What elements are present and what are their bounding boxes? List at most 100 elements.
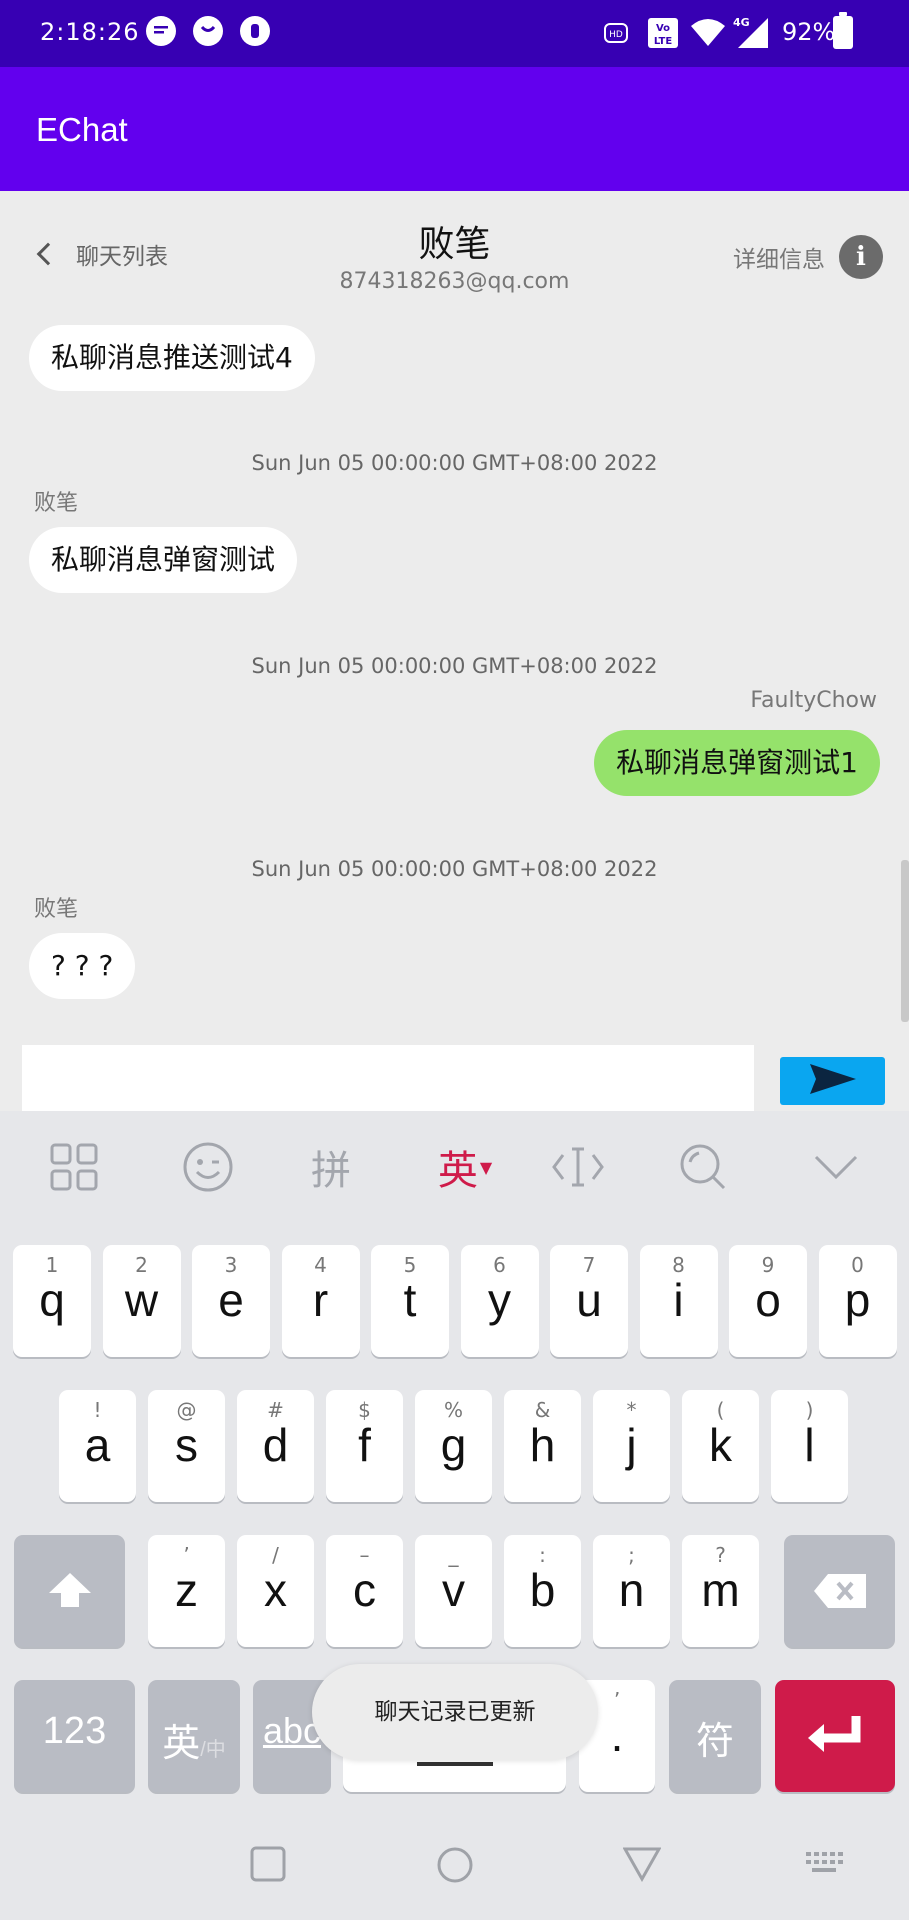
key-h[interactable]: & h xyxy=(504,1390,581,1502)
key-r[interactable]: 4r xyxy=(281,1245,360,1357)
language-label: 英 xyxy=(162,1723,201,1765)
message-bubble[interactable]: ? ? ? xyxy=(29,933,136,999)
key-u[interactable]: 7u xyxy=(550,1245,628,1357)
key-char: i xyxy=(673,1274,684,1326)
key-z[interactable]: ’ z xyxy=(148,1535,225,1647)
key-char: w xyxy=(124,1274,159,1326)
key-v[interactable]: _ v xyxy=(415,1535,492,1647)
soft-keyboard: 拼 英 ▼ 1q2w3e4r5t6y7u8i9o0p ! a @ s # d $ f% g & h *… xyxy=(0,1111,909,1920)
key-k[interactable]: (k xyxy=(682,1390,759,1502)
key-char: e xyxy=(218,1274,244,1326)
key-l[interactable]: ) l xyxy=(771,1390,848,1502)
message-bubble-mine[interactable]: 私聊消息弹窗测试1 xyxy=(594,730,880,796)
message-list-scrollbar[interactable] xyxy=(901,860,909,1022)
key-g[interactable]: % g xyxy=(415,1390,492,1502)
cursor-move-icon[interactable] xyxy=(550,1139,606,1195)
recents-square-icon[interactable] xyxy=(250,1846,286,1886)
key-i[interactable]: 8i xyxy=(639,1245,718,1357)
key-char: j xyxy=(626,1419,637,1471)
message-timestamp: Sun Jun 05 00:00:00 GMT+08:00 2022 xyxy=(251,857,658,881)
toast-notification: 聊天记录已更新 xyxy=(312,1664,598,1760)
key-char: o xyxy=(755,1274,781,1326)
message-list[interactable]: 私聊消息推送测试4 Sun Jun 05 00:00:00 GMT+08:00 … xyxy=(0,301,909,1041)
battery-percentage: 92% xyxy=(782,18,836,46)
key-char: y xyxy=(488,1274,511,1326)
key-char: h xyxy=(529,1419,556,1471)
key-char: m xyxy=(701,1564,740,1616)
key-char: p xyxy=(844,1274,871,1326)
key-m[interactable]: ? m xyxy=(682,1535,759,1647)
wifi-icon xyxy=(690,16,726,52)
volte-icon: Vo LTE xyxy=(648,18,678,52)
key-o[interactable]: 9o xyxy=(729,1245,807,1357)
message-notification-icon xyxy=(146,16,176,46)
chat-header: 聊天列表 败笔 874318263@qq.com 详细信息 i xyxy=(0,191,909,301)
english-mode-label: 英 xyxy=(437,1148,478,1194)
search-icon[interactable] xyxy=(675,1139,731,1195)
key-s[interactable]: @ s xyxy=(148,1390,225,1502)
details-button[interactable]: 详细信息 i xyxy=(733,235,883,279)
key-char: b xyxy=(529,1564,556,1616)
shift-key[interactable] xyxy=(14,1535,125,1647)
key-char: a xyxy=(84,1419,111,1471)
numbers-key[interactable]: 123 xyxy=(14,1680,135,1792)
send-icon xyxy=(808,1062,858,1100)
key-char: v xyxy=(442,1564,465,1616)
key-d[interactable]: # d xyxy=(237,1390,314,1502)
enter-icon xyxy=(808,1716,861,1752)
key-char: z xyxy=(175,1564,198,1616)
apps-grid-icon[interactable] xyxy=(46,1139,102,1195)
svg-text:LTE: LTE xyxy=(654,36,673,47)
key-char: g xyxy=(440,1419,467,1471)
status-time: 2:18:26 xyxy=(40,18,140,46)
message-input-row xyxy=(0,1041,909,1111)
pinyin-mode-button[interactable]: 拼 xyxy=(303,1139,359,1195)
key-a[interactable]: ! a xyxy=(59,1390,136,1502)
key-b[interactable]: :b xyxy=(504,1535,581,1647)
emoji-icon[interactable] xyxy=(180,1139,236,1195)
keyboard-switch-icon[interactable] xyxy=(804,1850,844,1882)
message-sender: 败笔 xyxy=(34,897,79,922)
key-p[interactable]: 0p xyxy=(818,1245,897,1357)
message-sender: FaultyChow xyxy=(750,688,877,713)
send-button[interactable] xyxy=(780,1057,885,1105)
key-j[interactable]: * j xyxy=(593,1390,670,1502)
key-w[interactable]: 2w xyxy=(102,1245,181,1357)
svg-text:HD: HD xyxy=(609,30,623,40)
key-n[interactable]: ; n xyxy=(593,1535,670,1647)
back-triangle-icon[interactable] xyxy=(622,1846,662,1886)
key-e[interactable]: 3e xyxy=(192,1245,270,1357)
key-y[interactable]: 6y xyxy=(460,1245,539,1357)
info-icon: i xyxy=(839,235,883,279)
key-x[interactable]: / x xyxy=(237,1535,314,1647)
message-bubble[interactable]: 私聊消息推送测试4 xyxy=(29,325,315,391)
security-notification-icon xyxy=(240,16,270,46)
message-bubble[interactable]: 私聊消息弹窗测试 xyxy=(29,527,298,593)
language-sub-label: /中 xyxy=(200,1739,226,1761)
key-char: u xyxy=(576,1274,602,1326)
hide-keyboard-chevron-icon[interactable] xyxy=(808,1139,864,1195)
shift-arrow-icon xyxy=(49,1573,91,1607)
key-char: k xyxy=(709,1419,732,1471)
backspace-key[interactable] xyxy=(784,1535,895,1647)
key-char: r xyxy=(312,1274,329,1326)
key-char: s xyxy=(175,1419,198,1471)
message-sender: 败笔 xyxy=(34,491,79,516)
battery-icon xyxy=(833,12,853,49)
language-switch-key[interactable]: 英/中 xyxy=(148,1680,240,1792)
home-circle-icon[interactable] xyxy=(436,1846,474,1888)
message-input[interactable] xyxy=(22,1045,754,1111)
enter-key[interactable] xyxy=(775,1680,895,1792)
space-bar-indicator xyxy=(417,1762,493,1766)
english-mode-button[interactable]: 英 ▼ xyxy=(430,1139,500,1195)
key-c[interactable]: – c xyxy=(326,1535,403,1647)
key-char: c xyxy=(353,1564,376,1616)
key-q[interactable]: 1q xyxy=(13,1245,91,1357)
details-label: 详细信息 xyxy=(733,247,825,273)
symbols-key[interactable]: 符 xyxy=(669,1680,761,1792)
key-char: f xyxy=(358,1419,371,1471)
key-char: t xyxy=(403,1274,417,1326)
key-f[interactable]: $ f xyxy=(326,1390,403,1502)
key-t[interactable]: 5t xyxy=(371,1245,449,1357)
key-char: l xyxy=(804,1419,815,1471)
